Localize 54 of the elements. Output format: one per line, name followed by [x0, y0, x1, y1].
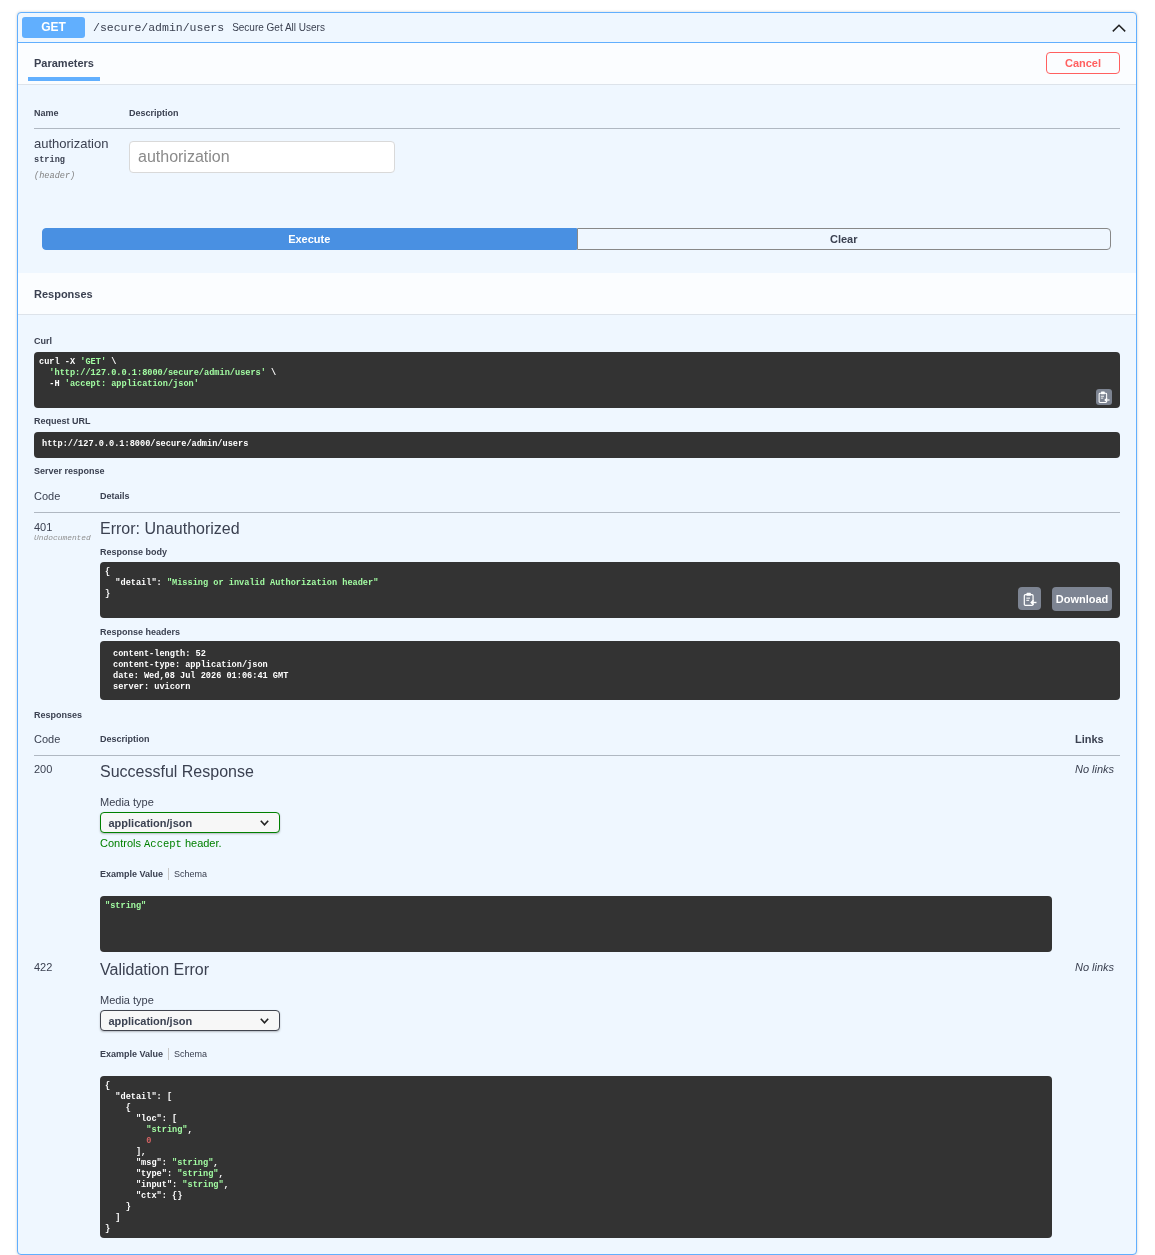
- column-header: Name: [34, 107, 59, 119]
- copy-button[interactable]: [1018, 587, 1041, 610]
- media-type-label: Media type: [100, 994, 154, 1007]
- clear-button[interactable]: Clear: [576, 228, 1111, 250]
- status-code: 422: [34, 961, 53, 973]
- media-type-select[interactable]: application/json: [100, 812, 280, 833]
- response-description: Successful Response: [100, 762, 254, 781]
- status-code: 200: [34, 763, 53, 775]
- response-headers-block: content-length: 52 content-type: application/json date: Wed,08 Jul 2026 01:06:41 GMT server: uvicorn: [100, 641, 1120, 700]
- response-title: Error: Unauthorized: [100, 519, 240, 538]
- accept-note: Controls Accept header.: [100, 837, 222, 851]
- section-label: Server response: [34, 466, 105, 477]
- copy-button[interactable]: [1096, 389, 1112, 405]
- column-header: Links: [1074, 733, 1104, 746]
- parameter-name: authorization: [34, 136, 109, 151]
- response-description: Validation Error: [100, 960, 210, 979]
- chevron-down-icon: [260, 819, 269, 826]
- method-badge: GET: [22, 17, 85, 38]
- example-code-block: { "detail": [ { "loc": [ "string", 0 ], "msg": "string", "type": "string", "input": "string", "ctx": {} } ] }: [100, 1076, 1052, 1238]
- links-note: No links: [1075, 961, 1115, 974]
- example-code-block: "string": [100, 896, 1052, 952]
- download-button[interactable]: Download: [1052, 587, 1112, 611]
- response-body: { "detail": "Missing or invalid Authorization header" }: [104, 566, 380, 601]
- endpoint-path: /secure/admin/users: [93, 21, 225, 34]
- column-header: Code: [34, 733, 61, 746]
- tab[interactable]: Parameters: [28, 43, 100, 81]
- example-tab[interactable]: Example Value: [100, 868, 164, 880]
- column-header: Description: [100, 733, 150, 746]
- chevron-up-icon[interactable]: [1112, 23, 1126, 32]
- curl-command: curl -X 'GET' \ 'http://127.0.0.1:8000/secure/admin/users' \ -H 'accept: application/json': [38, 356, 278, 391]
- example-tab[interactable]: Schema: [174, 868, 208, 880]
- links-note: No links: [1075, 763, 1115, 776]
- section-title: Responses: [34, 287, 93, 300]
- media-type-label: Media type: [100, 796, 154, 809]
- column-header: Details: [100, 490, 130, 503]
- parameter-type: string: [34, 154, 66, 166]
- endpoint-summary: Secure Get All Users: [232, 22, 325, 33]
- section-label: Response headers: [100, 627, 181, 638]
- media-type-select[interactable]: application/json: [100, 1010, 280, 1031]
- section-label: Request URL: [34, 416, 91, 427]
- chevron-down-icon: [260, 1017, 269, 1024]
- example-tab[interactable]: Example Value: [100, 1048, 164, 1060]
- example-tab[interactable]: Schema: [174, 1048, 208, 1060]
- status-code: 401: [34, 521, 54, 533]
- request-url-block: http://127.0.0.1:8000/secure/admin/users: [34, 432, 1120, 458]
- parameter-location: (header): [34, 170, 77, 182]
- column-header: Description: [129, 107, 179, 119]
- column-header: Code: [34, 490, 61, 503]
- text-field[interactable]: authorization: [129, 141, 395, 173]
- section-label: Response body: [100, 547, 167, 558]
- section-label: Curl: [34, 336, 52, 347]
- clipboard-icon: [1098, 391, 1110, 403]
- clipboard-icon: [1022, 591, 1037, 606]
- section-label: Responses: [34, 710, 83, 721]
